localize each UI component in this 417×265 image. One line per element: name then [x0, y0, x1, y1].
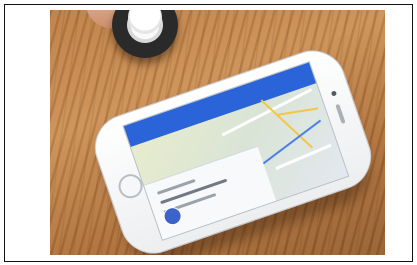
- map-road: [278, 107, 319, 116]
- image-frame: [4, 4, 413, 262]
- map-road: [260, 99, 314, 149]
- front-camera: [330, 90, 338, 97]
- speaker: [335, 103, 346, 125]
- photo: [50, 10, 385, 255]
